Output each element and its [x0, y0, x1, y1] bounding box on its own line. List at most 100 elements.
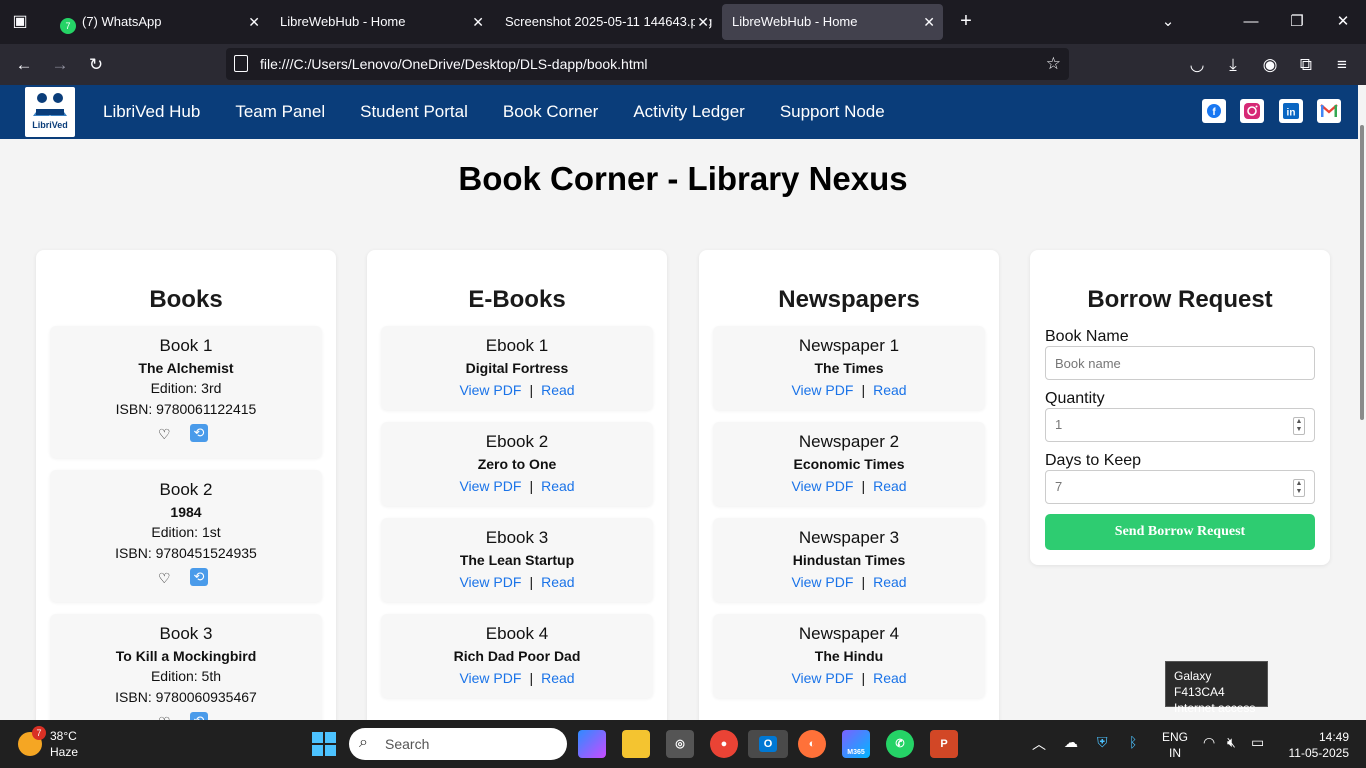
tab-librewebhub-active[interactable]: LibreWebHub - Home ✕: [722, 4, 943, 40]
days-spinner-icon[interactable]: ▲ ▼: [1293, 479, 1305, 497]
file-explorer-icon[interactable]: [622, 730, 650, 758]
view-pdf-link[interactable]: View PDF: [459, 382, 521, 398]
quantity-input[interactable]: 1 ▲ ▼: [1045, 408, 1315, 442]
pocket-icon[interactable]: ◡: [1184, 52, 1210, 78]
bluetooth-icon[interactable]: ᛒ: [1129, 734, 1137, 750]
onedrive-icon[interactable]: ☁: [1064, 734, 1078, 751]
battery-icon[interactable]: ▭: [1251, 734, 1264, 751]
windows-start-icon[interactable]: [312, 732, 336, 756]
language-indicator[interactable]: ENG IN: [1162, 729, 1188, 761]
back-icon[interactable]: ←: [11, 52, 37, 78]
reload-icon[interactable]: ↻: [83, 52, 109, 78]
instagram-icon[interactable]: [1240, 99, 1264, 123]
nav-student-portal[interactable]: Student Portal: [360, 85, 468, 139]
page-title: Book Corner - Library Nexus: [458, 160, 908, 197]
book-title: Book 3: [159, 624, 213, 643]
whatsapp-taskbar-icon[interactable]: ✆: [886, 730, 914, 758]
book-item: Book 3 To Kill a Mockingbird Edition: 5t…: [50, 614, 322, 720]
newspaper-name: Hindustan Times: [792, 552, 906, 568]
copilot-icon[interactable]: [578, 730, 606, 758]
read-link[interactable]: Read: [873, 670, 906, 686]
extensions-icon[interactable]: ⧉: [1293, 52, 1319, 78]
nav-support-node[interactable]: Support Node: [780, 85, 885, 139]
wifi-icon[interactable]: ◠: [1203, 734, 1215, 751]
book-name-input[interactable]: [1045, 346, 1315, 380]
camera-icon[interactable]: ◎: [666, 730, 694, 758]
nav-librived-hub[interactable]: LibriVed Hub: [103, 85, 200, 139]
read-link[interactable]: Read: [541, 478, 574, 494]
close-tab-icon[interactable]: ✕: [923, 4, 935, 40]
page-scrollbar[interactable]: [1358, 85, 1366, 720]
menu-icon[interactable]: ≡: [1329, 52, 1355, 78]
close-tab-icon[interactable]: ✕: [248, 4, 260, 40]
account-icon[interactable]: ◉: [1257, 52, 1283, 78]
new-tab-icon[interactable]: +: [954, 10, 978, 34]
ebook-item: Ebook 2 Zero to One View PDF | Read: [381, 422, 653, 506]
nav-team-panel[interactable]: Team Panel: [235, 85, 325, 139]
view-pdf-link[interactable]: View PDF: [791, 670, 853, 686]
m365-icon[interactable]: M365: [842, 730, 870, 758]
scrollbar-thumb[interactable]: [1360, 125, 1364, 420]
quantity-spinner-icon[interactable]: ▲ ▼: [1293, 417, 1305, 435]
librived-logo[interactable]: LibriVed: [25, 87, 75, 137]
restore-icon[interactable]: ❐: [1282, 8, 1312, 36]
view-pdf-link[interactable]: View PDF: [459, 574, 521, 590]
clock-time: 14:49: [1318, 730, 1349, 744]
view-pdf-link[interactable]: View PDF: [791, 478, 853, 494]
read-link[interactable]: Read: [541, 382, 574, 398]
ebook-links: View PDF | Read: [459, 478, 575, 494]
outlook-icon[interactable]: O: [748, 730, 788, 758]
language-code: ENG: [1162, 730, 1189, 744]
view-pdf-link[interactable]: View PDF: [791, 574, 853, 590]
view-pdf-link[interactable]: View PDF: [459, 478, 521, 494]
bookmark-star-icon[interactable]: ☆: [1046, 48, 1061, 80]
clock[interactable]: 14:49 11-05-2025: [1281, 729, 1350, 761]
security-shield-icon[interactable]: ⛨: [1097, 734, 1108, 751]
days-value: 7: [1055, 479, 1063, 494]
days-input[interactable]: 7 ▲ ▼: [1045, 470, 1315, 504]
close-tab-icon[interactable]: ✕: [695, 4, 709, 40]
weather-temp[interactable]: 38°C: [50, 729, 77, 743]
address-bar[interactable]: file:///C:/Users/Lenovo/OneDrive/Desktop…: [226, 48, 1069, 80]
renew-icon[interactable]: ⟲: [190, 424, 208, 442]
book-name-label: Book Name: [1045, 328, 1129, 345]
downloads-icon[interactable]: ⤓: [1220, 52, 1246, 78]
facebook-icon[interactable]: f: [1202, 99, 1226, 123]
powerpoint-icon[interactable]: P: [930, 730, 958, 758]
minimize-icon[interactable]: —: [1236, 8, 1266, 36]
gmail-icon[interactable]: [1317, 99, 1341, 123]
tab-screenshot[interactable]: Screenshot 2025-05-11 144643.png ✕: [495, 4, 717, 40]
tab-librewebhub-1[interactable]: LibreWebHub - Home ✕: [270, 4, 492, 40]
renew-icon[interactable]: ⟲: [190, 568, 208, 586]
chrome-icon[interactable]: ●: [710, 730, 738, 758]
view-pdf-link[interactable]: View PDF: [459, 670, 521, 686]
weather-condition[interactable]: Haze: [50, 745, 78, 759]
tab-label: Screenshot 2025-05-11 144643.png: [505, 14, 713, 29]
send-borrow-request-button[interactable]: Send Borrow Request: [1045, 514, 1315, 550]
volume-muted-icon[interactable]: 🔇︎: [1227, 734, 1236, 751]
url-text[interactable]: file:///C:/Users/Lenovo/OneDrive/Desktop…: [260, 48, 648, 80]
renew-icon[interactable]: ⟲: [190, 712, 208, 720]
favorite-heart-icon[interactable]: ♡: [158, 570, 171, 587]
close-tab-icon[interactable]: ✕: [472, 4, 484, 40]
close-window-icon[interactable]: ✕: [1328, 8, 1358, 36]
nav-book-corner[interactable]: Book Corner: [503, 85, 598, 139]
linkedin-icon[interactable]: in: [1279, 99, 1303, 123]
read-link[interactable]: Read: [541, 574, 574, 590]
newspapers-card: Newspapers Newspaper 1 The Times View PD…: [699, 250, 999, 720]
forward-icon[interactable]: →: [47, 52, 73, 78]
tray-overflow-chevron-icon[interactable]: ︿: [1032, 734, 1046, 754]
firefox-icon[interactable]: ◐: [798, 730, 826, 758]
read-link[interactable]: Read: [873, 478, 906, 494]
book-name: The Alchemist: [138, 360, 234, 376]
tab-overflow-chevron-icon[interactable]: ⌄: [1153, 8, 1183, 36]
taskbar-search[interactable]: ⌕ Search: [349, 728, 567, 760]
tab-list-icon[interactable]: ▣: [8, 10, 32, 34]
view-pdf-link[interactable]: View PDF: [791, 382, 853, 398]
read-link[interactable]: Read: [873, 382, 906, 398]
read-link[interactable]: Read: [541, 670, 574, 686]
nav-activity-ledger[interactable]: Activity Ledger: [633, 85, 745, 139]
read-link[interactable]: Read: [873, 574, 906, 590]
favorite-heart-icon[interactable]: ♡: [158, 426, 171, 443]
tab-whatsapp[interactable]: 7 (7) WhatsApp ✕: [50, 4, 268, 40]
